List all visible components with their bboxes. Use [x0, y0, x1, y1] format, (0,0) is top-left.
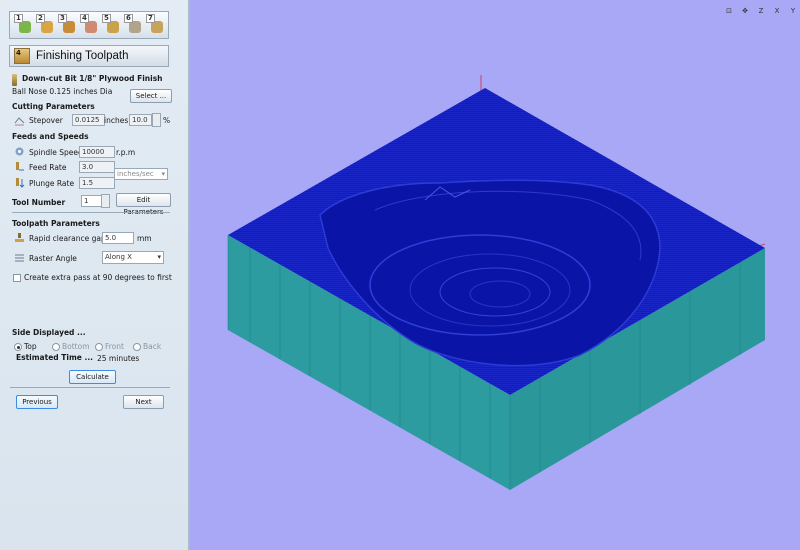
tool-number-spinner[interactable]	[101, 194, 110, 208]
panel-title: Finishing Toolpath	[36, 50, 129, 62]
plunge-rate-input[interactable]: 1.5	[79, 177, 115, 189]
stepover-unit: inches	[104, 116, 129, 125]
raster-angle-value: Along X	[105, 253, 132, 261]
plunge-rate-label: Plunge Rate	[29, 179, 75, 188]
cutting-parameters-header: Cutting Parameters	[12, 102, 95, 111]
side-label-back: Back	[143, 342, 162, 351]
wizard-step-number: 2	[36, 14, 45, 23]
wizard-step-7-button[interactable]: 7	[146, 14, 164, 34]
chevron-down-icon: ▾	[157, 253, 161, 261]
tool-number-label: Tool Number	[12, 198, 66, 207]
feeds-speeds-header: Feeds and Speeds	[12, 132, 89, 141]
toolpath-parameters-header: Toolpath Parameters	[12, 219, 100, 228]
previous-button[interactable]: Previous	[16, 395, 58, 409]
wizard-step-number: 7	[146, 14, 155, 23]
panel-title-bar: 4 Finishing Toolpath	[9, 45, 169, 67]
divider	[12, 212, 170, 213]
feed-rate-input[interactable]: 3.0	[79, 161, 115, 173]
spindle-speed-unit: r.p.m	[116, 148, 136, 157]
edit-parameters-button[interactable]: Edit Parameters	[116, 193, 171, 216]
wizard-step-3-button[interactable]: 3	[58, 14, 76, 34]
side-radio-bottom[interactable]	[52, 343, 60, 351]
tool-name: Down-cut Bit 1/8" Plywood Finish	[22, 74, 163, 83]
side-radio-front[interactable]	[95, 343, 103, 351]
tool-bit-icon	[12, 74, 17, 86]
stepover-label: Stepover	[29, 116, 63, 125]
stepover-percent-spinner[interactable]	[152, 113, 161, 127]
tool-number-input[interactable]: 1	[81, 195, 103, 207]
wizard-step-2-button[interactable]: 2	[36, 14, 54, 34]
extra-pass-label: Create extra pass at 90 degrees to first	[24, 273, 172, 282]
raster-angle-icon	[15, 254, 24, 262]
next-button[interactable]: Next	[123, 395, 164, 409]
feed-units-select[interactable]: inches/sec ▾	[114, 168, 168, 180]
rapid-clearance-label: Rapid clearance gap	[29, 234, 106, 243]
wizard-step-4-button[interactable]: 4	[80, 14, 98, 34]
stepover-icon	[14, 117, 25, 126]
plunge-rate-icon	[16, 178, 25, 188]
toolpath-preview[interactable]	[190, 0, 800, 550]
stepover-percent-input[interactable]: 10.0	[129, 114, 152, 126]
wizard-step-number: 6	[124, 14, 133, 23]
stepover-percent-sign: %	[163, 116, 171, 125]
side-radio-top[interactable]	[14, 343, 22, 351]
divider	[10, 387, 170, 388]
wizard-step-6-button[interactable]: 6	[124, 14, 142, 34]
spindle-icon	[15, 147, 24, 156]
side-label-top: Top	[24, 342, 37, 351]
side-label-bottom: Bottom	[62, 342, 90, 351]
finishing-toolpath-icon: 4	[14, 48, 30, 64]
feed-units-value: inches/sec	[117, 170, 154, 178]
side-displayed-header: Side Displayed ...	[12, 328, 86, 337]
select-tool-button[interactable]: Select ...	[130, 89, 172, 103]
spindle-speed-label: Spindle Speed	[29, 148, 83, 157]
extra-pass-checkbox[interactable]	[13, 274, 21, 282]
wizard-step-number: 5	[102, 14, 111, 23]
feed-rate-label: Feed Rate	[29, 163, 67, 172]
side-radio-back[interactable]	[133, 343, 141, 351]
estimated-time-label: Estimated Time ...	[16, 353, 94, 362]
wizard-step-number: 4	[80, 14, 89, 23]
stepover-input[interactable]: 0.0125	[72, 114, 105, 126]
left-panel: 1 2 3 4 5 6 7 4 Finishing Toolpath Down-cut Bi…	[0, 0, 190, 550]
raster-angle-label: Raster Angle	[29, 254, 77, 263]
feed-rate-icon	[16, 162, 24, 171]
wizard-step-1-button[interactable]: 1	[14, 14, 32, 34]
side-label-front: Front	[105, 342, 124, 351]
raster-angle-select[interactable]: Along X ▾	[102, 251, 164, 264]
spindle-speed-input[interactable]: 10000	[79, 146, 115, 158]
3d-viewport[interactable]: ⊡ ✥ Z X Y	[190, 0, 800, 550]
rapid-clearance-unit: mm	[137, 234, 152, 243]
rapid-clearance-icon	[15, 233, 24, 242]
calculate-button[interactable]: Calculate	[69, 370, 116, 384]
estimated-time-value: 25 minutes	[97, 354, 140, 363]
wizard-step-5-button[interactable]: 5	[102, 14, 120, 34]
tool-description: Ball Nose 0.125 inches Dia	[12, 87, 113, 96]
wizard-step-number: 1	[14, 14, 23, 23]
rapid-clearance-input[interactable]: 5.0	[102, 232, 134, 244]
chevron-down-icon: ▾	[161, 170, 165, 178]
wizard-step-bar: 1 2 3 4 5 6 7	[9, 11, 169, 39]
wizard-step-number: 3	[58, 14, 67, 23]
